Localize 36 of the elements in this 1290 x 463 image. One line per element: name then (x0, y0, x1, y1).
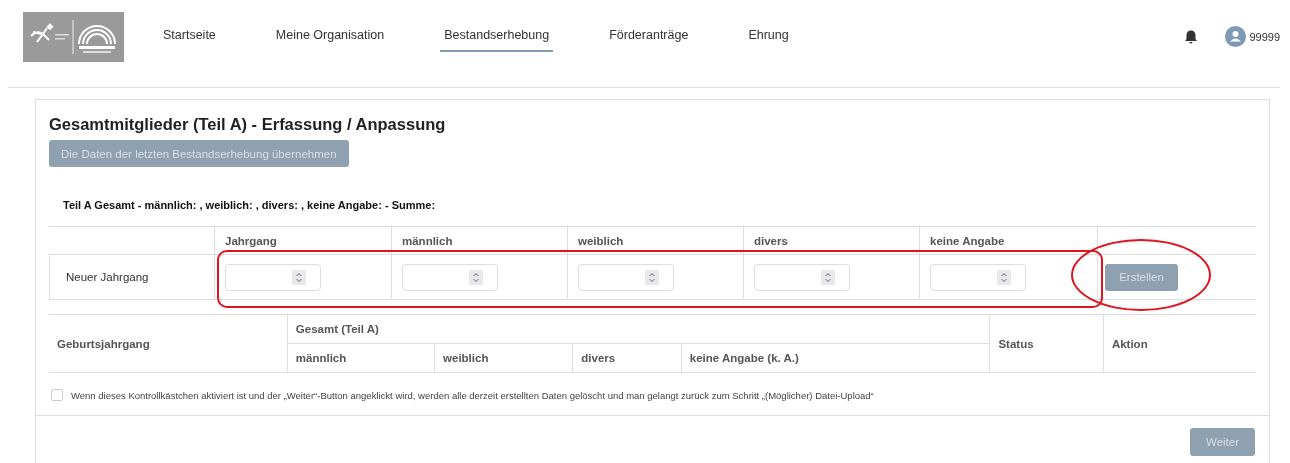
column-header: Status (989, 314, 1104, 373)
form-title: Gesamtmitglieder (Teil A) - Erfassung / Anpassung (49, 114, 446, 135)
column-header: Jahrgang (214, 227, 391, 255)
number-field[interactable] (225, 263, 321, 291)
number-field[interactable] (930, 263, 1026, 291)
column-header: keine Angabe (919, 227, 1097, 255)
spinner-icon[interactable] (821, 269, 835, 285)
user-id[interactable]: 99999 (1249, 30, 1280, 43)
column-header: männlich (287, 343, 435, 373)
spinner-icon[interactable] (997, 269, 1011, 285)
column-header: Aktion (1103, 314, 1256, 373)
user-avatar-icon[interactable] (1225, 26, 1247, 47)
column-header: weiblich (567, 227, 743, 255)
spinner-icon[interactable] (645, 269, 659, 285)
number-field[interactable] (578, 263, 674, 291)
nav-tab[interactable]: Förderanträge (609, 21, 689, 52)
summary-text: Teil A Gesamt - männlich: , weiblich: , divers: , keine Angabe: - Summe: (63, 199, 436, 211)
checkbox-label: Wenn dieses Kontrollkästchen aktiviert ist und der „Weiter“-Button angeklickt wird, werden alle derzeit erstellten Daten gelöscht und man gelangt zurück zum Schritt „(Möglicher) Datei-Upload“ (71, 389, 874, 401)
nav-tab[interactable]: Bestandserhebung (440, 21, 554, 52)
column-header: Geburtsjahrgang (49, 314, 288, 373)
column-header: weiblich (434, 343, 573, 373)
checkbox[interactable] (51, 389, 63, 401)
row-label: Neuer Jahrgang (65, 271, 149, 283)
spinner-icon[interactable] (469, 269, 483, 285)
spinner-icon[interactable] (292, 269, 306, 285)
column-header: keine Angabe (k. A.) (681, 343, 990, 373)
column-header: männlich (391, 227, 567, 255)
nav-tab[interactable]: Meine Organisation (275, 21, 385, 52)
nav-tab[interactable]: Startseite (163, 21, 216, 52)
column-header: divers (743, 227, 919, 255)
nav-tab[interactable]: Ehrung (748, 21, 789, 52)
number-field[interactable] (402, 263, 498, 291)
bell-icon[interactable] (1183, 28, 1200, 45)
number-field[interactable] (754, 263, 850, 291)
column-group-header: Gesamt (Teil A) (287, 314, 990, 344)
column-header: divers (572, 343, 682, 373)
